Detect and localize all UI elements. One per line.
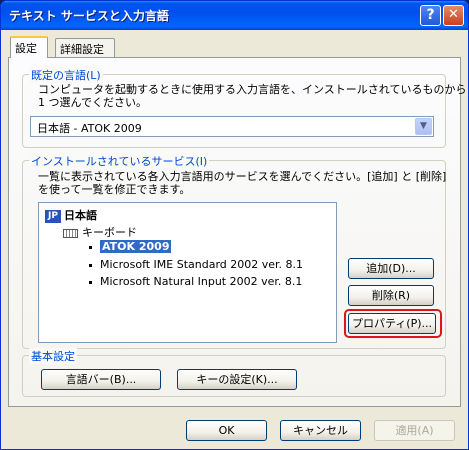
- tree-service-item[interactable]: Microsoft Natural Input 2002 ver. 8.1: [89, 275, 302, 288]
- window-title: テキスト サービスと入力言語: [9, 9, 169, 23]
- tree-node-language[interactable]: JP 日本語: [45, 207, 97, 223]
- key-settings-button[interactable]: キーの設定(K)...: [177, 369, 297, 390]
- bullet-icon: [89, 263, 92, 267]
- ok-button[interactable]: OK: [186, 420, 267, 441]
- installed-services-group-title: インストールされているサービス(I): [29, 153, 210, 169]
- tree-service-label: Microsoft Natural Input 2002 ver. 8.1: [100, 275, 303, 288]
- title-bar[interactable]: テキスト サービスと入力言語 ? ✕: [1, 1, 468, 30]
- remove-button[interactable]: 削除(R): [348, 285, 434, 306]
- tab-advanced-settings[interactable]: 詳細設定: [55, 38, 115, 57]
- tree-language-label: 日本語: [64, 209, 97, 222]
- language-bar-button[interactable]: 言語バー(B)...: [41, 369, 161, 390]
- cancel-button[interactable]: キャンセル: [280, 420, 361, 441]
- default-language-select[interactable]: 日本語 - ATOK 2009 ▼: [30, 116, 434, 137]
- tree-node-category[interactable]: キーボード: [63, 224, 137, 240]
- installed-services-description-line1: 一覧に表示されている各入力言語用のサービスを選んでください。[追加] と [削除…: [38, 170, 447, 183]
- installed-services-description-line2: を使って一覧を修正できます。: [38, 183, 191, 196]
- keyboard-icon: [63, 228, 78, 238]
- tree-service-item[interactable]: Microsoft IME Standard 2002 ver. 8.1: [89, 258, 303, 271]
- add-button[interactable]: 追加(D)...: [348, 258, 434, 279]
- bullet-icon: [89, 280, 92, 284]
- chevron-down-icon[interactable]: ▼: [415, 118, 432, 135]
- services-tree[interactable]: JP 日本語 キーボード ATOK 2009 Microsoft IME Stan…: [38, 202, 337, 343]
- tree-category-label: キーボード: [82, 226, 137, 239]
- close-button[interactable]: ✕: [443, 5, 464, 26]
- help-button[interactable]: ?: [420, 5, 441, 26]
- properties-button[interactable]: プロパティ(P)...: [348, 313, 436, 334]
- tree-service-label: Microsoft IME Standard 2002 ver. 8.1: [100, 258, 304, 271]
- bullet-icon: [89, 245, 92, 249]
- tab-settings[interactable]: 設定: [10, 36, 48, 58]
- basic-settings-group-title: 基本設定: [29, 348, 77, 364]
- default-language-description-line1: コンピュータを起動するときに使用する入力言語を、インストールされているものから: [38, 83, 467, 96]
- apply-button[interactable]: 適用(A): [374, 420, 455, 441]
- dialog-window: テキスト サービスと入力言語 ? ✕ 設定 詳細設定 既定の言語(L) コンピュ…: [0, 0, 469, 450]
- default-language-description-line2: 1 つ選んでください。: [38, 96, 147, 109]
- tree-service-item[interactable]: ATOK 2009: [89, 240, 172, 253]
- tree-service-label-selected: ATOK 2009: [100, 240, 172, 253]
- default-language-group-title: 既定の言語(L): [29, 67, 103, 83]
- language-jp-icon: JP: [45, 209, 61, 223]
- default-language-value: 日本語 - ATOK 2009: [37, 122, 142, 135]
